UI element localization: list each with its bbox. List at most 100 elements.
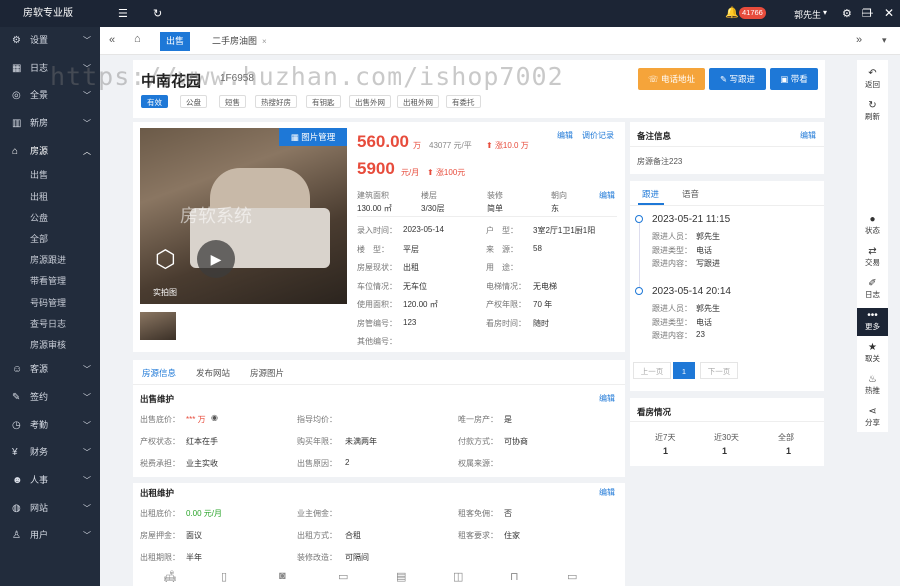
next-page-button[interactable]: 下一页 — [700, 362, 738, 379]
sidebar-group-3[interactable]: ▥ 新房 ﹀ — [0, 110, 100, 138]
rentrows-value-1-1: 合租 — [345, 531, 361, 540]
sidebar-group-a1[interactable]: ✎ 签约 ﹀ — [0, 384, 100, 412]
refresh-icon[interactable]: ↻ — [153, 7, 162, 20]
sidebar-group-0[interactable]: ⚙ 设置 ﹀ — [0, 27, 100, 55]
play-icon[interactable]: ▶ — [197, 240, 235, 278]
right-tool-label: 更多 — [865, 322, 880, 331]
edit-price-link[interactable]: 编辑 — [557, 130, 573, 141]
sidebar-item-4[interactable]: 房源跟进 — [0, 250, 100, 271]
sofa-icon: 🛋 — [163, 571, 177, 583]
tab-voice[interactable]: 语音 — [682, 188, 699, 200]
phone-address-button[interactable]: ☏ 电话地址 — [638, 68, 705, 90]
info-value-0-0: 2023-05-14 — [403, 225, 444, 234]
tag-chip-7[interactable]: 有委托 — [446, 95, 481, 108]
menu-icon[interactable]: ☰ — [118, 7, 128, 20]
right-tool-5[interactable]: ••• 更多 — [857, 308, 888, 336]
follow-value-0-0: 郭先生 — [696, 232, 720, 241]
sidebar-group-label: 设置 — [30, 35, 49, 45]
maximize-icon[interactable]: ❐ — [862, 7, 872, 20]
rent-edit-link[interactable]: 编辑 — [599, 487, 615, 498]
bell-icon[interactable]: 🔔 — [725, 6, 739, 19]
sidebar-group-a5[interactable]: ◍ 网站 ﹀ — [0, 495, 100, 523]
sidebar-group-a3[interactable]: ¥ 财务 ﹀ — [0, 439, 100, 467]
tag-chip-5[interactable]: 出售外网 — [349, 95, 391, 108]
settings-icon[interactable]: ⚙ — [842, 7, 852, 20]
sidebar-group-a4[interactable]: ☻ 人事 ﹀ — [0, 467, 100, 495]
close-tab-icon[interactable]: × — [262, 37, 267, 46]
sidebar-item-7[interactable]: 查号日志 — [0, 314, 100, 335]
remark-edit-link[interactable]: 编辑 — [800, 130, 816, 141]
page-1-button[interactable]: 1 — [673, 362, 695, 379]
remark-title: 备注信息 — [637, 131, 672, 141]
tag-chip-2[interactable]: 短售 — [219, 95, 246, 108]
sidebar-group-label: 日志 — [30, 62, 49, 73]
user-name[interactable]: 郭先生 — [794, 8, 821, 21]
info-label-5-1: 看房时间： — [486, 318, 526, 328]
tag-chip-0[interactable]: 有效 — [141, 95, 168, 108]
house-photo[interactable]: 房软系统 ⬡ ▶ 实拍图 — [140, 128, 347, 304]
eye-icon[interactable]: ◉ — [211, 413, 218, 422]
chevron-down-icon: ﹀ — [83, 36, 91, 45]
sidebar-item-2[interactable]: 公盘 — [0, 208, 100, 229]
notification-badge[interactable]: 41766 — [739, 7, 766, 19]
photo-thumbnail[interactable] — [140, 312, 176, 340]
detail-tab-2[interactable]: 房源图片 — [250, 367, 284, 379]
double-chevron-right-icon[interactable]: » — [856, 34, 862, 46]
home-icon[interactable]: ⌂ — [134, 33, 141, 45]
sidebar-group-a2[interactable]: ◷ 考勤 ﹀ — [0, 412, 100, 440]
price-log-link[interactable]: 调价记录 — [582, 130, 614, 141]
sidebar-group-a6[interactable]: ♙ 用户 ﹀ — [0, 522, 100, 550]
right-tool-0[interactable]: ↶ 返回 — [857, 66, 888, 94]
tag-chip-3[interactable]: 热搜好房 — [255, 95, 297, 108]
sidebar-item-6[interactable]: 号码管理 — [0, 293, 100, 314]
right-tool-1[interactable]: ↻ 刷新 — [857, 98, 888, 126]
chevron-down-icon[interactable]: ▾ — [882, 35, 887, 46]
rentrows-label-1-1: 出租方式： — [297, 531, 337, 540]
right-tool-8[interactable]: ⋖ 分享 — [857, 404, 888, 432]
detail-tab-1[interactable]: 发布网站 — [196, 367, 230, 379]
rent-section-title: 出租维护 — [140, 488, 175, 498]
sidebar-group-a0[interactable]: ☺ 客源 ﹀ — [0, 356, 100, 384]
sidebar-item-5[interactable]: 带看管理 — [0, 271, 100, 292]
sale-edit-link[interactable]: 编辑 — [599, 393, 615, 404]
viewing-label-0: 近7天 — [655, 433, 676, 442]
tab-follow[interactable]: 跟进 — [642, 188, 659, 200]
right-tool-4[interactable]: ✐ 日志 — [857, 276, 888, 304]
right-tool-3[interactable]: ⇄ 交易 — [857, 244, 888, 272]
tag-chip-4[interactable]: 有钥匙 — [306, 95, 341, 108]
right-tool-7[interactable]: ♨ 热推 — [857, 372, 888, 400]
viewing-button[interactable]: ▣ 带看 — [770, 68, 818, 90]
fridge-icon: ▯ — [221, 571, 228, 583]
sidebar-item-0[interactable]: 出售 — [0, 165, 100, 186]
sidebar-item-3[interactable]: 全部 — [0, 229, 100, 250]
clock-icon: ◷ — [12, 419, 21, 431]
heater-icon: ▭ — [567, 571, 578, 583]
vr-cube-icon[interactable]: ⬡ — [155, 245, 176, 274]
rent-price: 5900 — [357, 159, 395, 178]
chevron-down-icon[interactable]: ▾ — [823, 8, 827, 17]
wardrobe-icon: ◫ — [453, 571, 464, 583]
sale-price: 560.00 — [357, 132, 409, 151]
right-tool-6[interactable]: ★ 取关 — [857, 340, 888, 368]
detail-tab-0[interactable]: 房源信息 — [142, 367, 176, 379]
info-value-4-0: 120.00 ㎡ — [403, 300, 438, 309]
gear-icon: ⚙ — [12, 35, 21, 46]
tag-chip-1[interactable]: 公盘 — [180, 95, 207, 108]
tab-house-map[interactable]: 二手房油图 × — [206, 32, 273, 51]
write-follow-button[interactable]: ✎ 写跟进 — [709, 68, 766, 90]
edit-stats-link[interactable]: 编辑 — [599, 190, 615, 201]
tag-chip-6[interactable]: 出租外网 — [397, 95, 439, 108]
prev-page-button[interactable]: 上一页 — [633, 362, 671, 379]
sidebar-group-houses[interactable]: ⌂ 房源 ︿ — [0, 138, 100, 166]
picture-manage-button[interactable]: ▦ 图片管理 — [279, 128, 347, 146]
tab-sale[interactable]: 出售 — [160, 32, 191, 51]
sidebar-item-1[interactable]: 出租 — [0, 187, 100, 208]
salerows-value-2-1: 2 — [345, 458, 350, 467]
double-chevron-left-icon[interactable]: « — [109, 34, 115, 46]
close-icon[interactable]: ✕ — [884, 6, 894, 20]
sidebar-item-8[interactable]: 房源审核 — [0, 335, 100, 356]
user-group-icon: ☺ — [12, 364, 23, 376]
follow-value-0-2: 写跟进 — [696, 259, 720, 268]
url-watermark: https://www.huzhan.com/ishop7002 — [50, 62, 564, 91]
right-tool-2[interactable]: ● 状态 — [857, 212, 888, 240]
